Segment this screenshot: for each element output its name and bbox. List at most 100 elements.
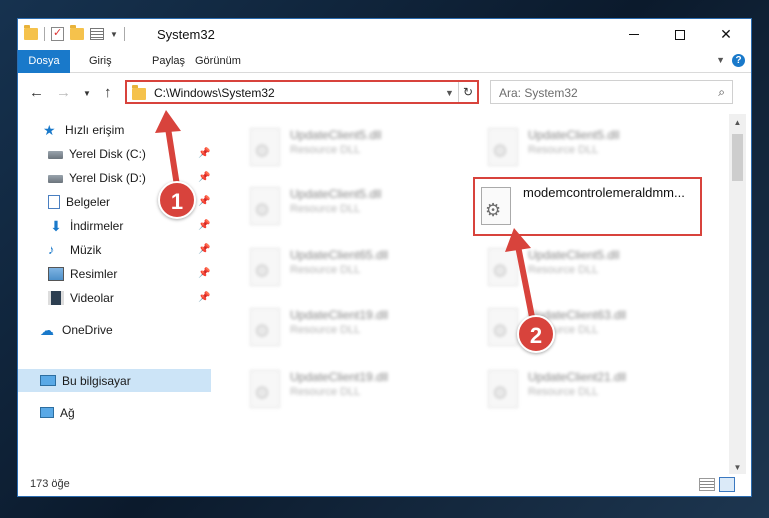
step-2-badge: 2 <box>517 315 555 353</box>
file-item[interactable]: UpdateClient5.dll Resource DLL <box>240 181 465 231</box>
file-item[interactable]: UpdateClient5.dll Resource DLL <box>240 122 465 172</box>
sidebar-item-label: Yerel Disk (D:) <box>69 170 146 185</box>
sidebar-item-downloads[interactable]: ⬇ İndirmeler 📌 <box>18 214 214 237</box>
forward-arrow-icon[interactable]: → <box>56 84 71 101</box>
file-explorer-window: ▼ System32 ✕ Dosya Giriş Paylaş Görünüm … <box>17 18 752 497</box>
sidebar-item-pictures[interactable]: Resimler 📌 <box>18 262 214 285</box>
pin-icon[interactable]: 📌 <box>198 172 210 183</box>
pin-icon[interactable]: 📌 <box>198 244 210 255</box>
folder-icon <box>132 85 146 100</box>
dll-file-icon <box>488 370 518 408</box>
vertical-scrollbar[interactable]: ▲ ▼ <box>729 114 746 474</box>
pin-icon[interactable]: 📌 <box>198 268 210 279</box>
sidebar-item-local-disk-c[interactable]: Yerel Disk (C:) 📌 <box>18 142 214 165</box>
file-name: UpdateClient5.dll <box>290 128 382 142</box>
dll-file-icon <box>250 370 280 408</box>
tab-dosya[interactable]: Dosya <box>18 50 70 73</box>
item-count: 173 öğe <box>30 478 70 490</box>
file-type: Resource DLL <box>528 144 599 156</box>
file-name: UpdateClient19.dll <box>290 308 389 322</box>
sidebar-item-label: Videolar <box>70 290 114 305</box>
sidebar-item-label: Hızlı erişim <box>65 122 125 137</box>
pin-icon[interactable]: 📌 <box>198 196 210 207</box>
chevron-down-icon[interactable]: ▼ <box>110 30 118 39</box>
file-name: UpdateClient21.dll <box>528 370 627 384</box>
sidebar-item-this-pc[interactable]: Bu bilgisayar <box>18 369 211 392</box>
title-bar: ▼ System32 ✕ <box>18 19 751 50</box>
file-list: UpdateClient5.dll Resource DLL UpdateCli… <box>216 114 731 464</box>
toolbar-divider <box>44 27 45 41</box>
maximize-button[interactable] <box>657 19 703 50</box>
refresh-icon[interactable]: ↻ <box>458 82 477 102</box>
videos-icon <box>48 290 64 305</box>
file-item[interactable]: UpdateClient65.dll Resource DLL <box>240 242 465 292</box>
file-type: Resource DLL <box>290 144 361 156</box>
sidebar-item-label: Ağ <box>60 405 75 420</box>
music-icon: ♪ <box>48 241 55 257</box>
search-box[interactable]: Ara: System32 ⌕ <box>490 80 733 104</box>
help-icon[interactable]: ? <box>732 54 745 67</box>
view-icon[interactable] <box>90 28 104 40</box>
new-folder-icon[interactable] <box>70 25 84 40</box>
target-dll-file[interactable]: modemcontrolemeraldmm... <box>473 177 702 236</box>
dll-file-icon <box>488 248 518 286</box>
tab-giris[interactable]: Giriş <box>89 50 112 73</box>
dll-file-icon <box>250 248 280 286</box>
tab-gorunum[interactable]: Görünüm <box>195 50 241 73</box>
file-type: Resource DLL <box>290 386 361 398</box>
scroll-thumb[interactable] <box>732 134 743 181</box>
search-icon[interactable]: ⌕ <box>718 85 725 100</box>
file-item[interactable]: UpdateClient21.dll Resource DLL <box>478 364 703 414</box>
address-bar[interactable]: C:\Windows\System32 ▼ ↻ <box>125 80 479 104</box>
pin-icon[interactable]: 📌 <box>198 148 210 159</box>
address-path[interactable]: C:\Windows\System32 <box>154 86 275 100</box>
file-item[interactable]: UpdateClient63.dll Resource DLL <box>478 302 703 352</box>
file-name: UpdateClient5.dll <box>528 128 620 142</box>
file-type: Resource DLL <box>290 203 361 215</box>
properties-icon[interactable] <box>51 26 64 41</box>
downloads-icon: ⬇ <box>50 217 62 234</box>
file-type: Resource DLL <box>528 264 599 276</box>
large-icons-view-icon[interactable] <box>719 477 735 492</box>
dll-file-icon <box>488 308 518 346</box>
sidebar-item-onedrive[interactable]: ☁ OneDrive <box>18 318 214 341</box>
expand-ribbon-icon[interactable]: ▼ <box>716 55 725 65</box>
sidebar-item-label: Yerel Disk (C:) <box>69 146 146 161</box>
pin-icon[interactable]: 📌 <box>198 220 210 231</box>
back-arrow-icon[interactable]: ← <box>29 84 44 101</box>
scroll-down-icon[interactable]: ▼ <box>729 463 746 472</box>
sidebar-item-quick-access[interactable]: ★ Hızlı erişim <box>18 118 214 141</box>
pin-icon[interactable]: 📌 <box>198 292 210 303</box>
file-type: Resource DLL <box>290 264 361 276</box>
disk-icon <box>48 175 63 183</box>
this-pc-icon <box>40 375 56 386</box>
file-type: Resource DLL <box>290 324 361 336</box>
sidebar-item-network[interactable]: Ağ <box>18 401 214 424</box>
navigation-pane: ★ Hızlı erişim Yerel Disk (C:) 📌 Yerel D… <box>18 114 214 459</box>
close-button[interactable]: ✕ <box>703 19 749 50</box>
up-arrow-icon[interactable]: ↑ <box>104 84 112 101</box>
file-item[interactable]: UpdateClient5.dll Resource DLL <box>478 122 703 172</box>
chevron-down-icon[interactable]: ▼ <box>445 88 454 98</box>
onedrive-icon: ☁ <box>40 321 54 338</box>
scroll-up-icon[interactable]: ▲ <box>729 118 746 127</box>
file-name: modemcontrolemeraldmm... <box>523 185 685 200</box>
file-item[interactable]: UpdateClient19.dll Resource DLL <box>240 364 465 414</box>
star-icon: ★ <box>43 121 56 138</box>
file-item[interactable]: UpdateClient5.dll Resource DLL <box>478 242 703 292</box>
tab-paylas[interactable]: Paylaş <box>152 50 185 73</box>
sidebar-item-label: OneDrive <box>62 322 113 337</box>
sidebar-item-label: Müzik <box>70 242 102 257</box>
file-name: UpdateClient5.dll <box>290 187 382 201</box>
dll-file-icon <box>250 308 280 346</box>
ribbon-tabs: Dosya Giriş Paylaş Görünüm ▼ ? <box>18 50 751 73</box>
file-item[interactable]: UpdateClient19.dll Resource DLL <box>240 302 465 352</box>
file-type: Resource DLL <box>528 386 599 398</box>
minimize-button[interactable] <box>611 19 657 50</box>
details-view-icon[interactable] <box>699 478 715 491</box>
search-placeholder[interactable]: Ara: System32 <box>499 86 578 100</box>
recent-locations-icon[interactable]: ▼ <box>83 89 91 98</box>
sidebar-item-music[interactable]: ♪ Müzik 📌 <box>18 238 214 261</box>
sidebar-item-videos[interactable]: Videolar 📌 <box>18 286 214 309</box>
quick-access-toolbar: ▼ <box>24 25 125 41</box>
